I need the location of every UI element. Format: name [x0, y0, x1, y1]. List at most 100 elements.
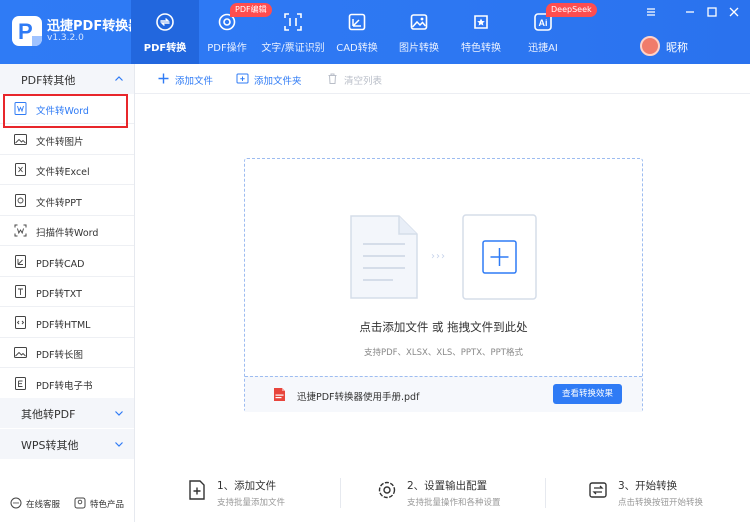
menu-icon[interactable] — [644, 5, 658, 19]
steps-guide: 1、添加文件 支持批量添加文件 2、设置输出配置 支持批量操作和各种设置 3、开… — [135, 470, 750, 522]
tab-label: 特色转换 — [461, 43, 501, 54]
sidebar-item-label: 文件转Excel — [36, 167, 90, 178]
html-icon — [15, 316, 26, 329]
scan-word-icon — [14, 224, 27, 237]
sidebar-item-pdf-to-long-image[interactable]: PDF转长图 — [0, 338, 134, 368]
close-icon[interactable] — [727, 5, 741, 19]
tab-label: 文字/票证识别 — [261, 43, 325, 54]
settings-icon — [378, 481, 396, 499]
category-pdf-to-other[interactable]: PDF转其他 — [0, 64, 134, 94]
sidebar-item-label: PDF转CAD — [36, 259, 85, 270]
step-title: 2、设置输出配置 — [407, 480, 488, 492]
sidebar-item-label: 扫描件转Word — [36, 228, 99, 239]
step-divider — [545, 478, 546, 508]
ai-icon-text: Ai — [539, 18, 548, 28]
step-title: 1、添加文件 — [217, 480, 277, 492]
scan-icon — [284, 13, 302, 31]
step-title: 3、开始转换 — [618, 480, 678, 492]
image-icon — [410, 14, 428, 30]
excel-icon — [15, 163, 26, 176]
tab-pdf-convert[interactable]: PDF转换 — [131, 0, 199, 64]
file-drop-zone[interactable]: ››› 点击添加文件 或 拖拽文件到此处 支持PDF、XLSX、XLS、PPTX… — [244, 158, 643, 412]
tab-label: CAD转换 — [336, 43, 378, 54]
convert-start-icon — [589, 482, 607, 498]
add-file-label: 添加文件 — [175, 76, 214, 87]
drop-zone-subtitle: 支持PDF、XLSX、XLS、PPTX、PPT格式 — [363, 348, 523, 358]
view-result-button[interactable]: 查看转换效果 — [553, 384, 622, 404]
cad-icon — [348, 13, 366, 31]
sidebar-bottom-links: 在线客服 特色产品 — [0, 494, 134, 514]
app-logo-icon: P — [12, 16, 42, 46]
user-nickname: 昵称 — [666, 41, 688, 54]
toolbar: 添加文件 添加文件夹 清空列表 — [135, 64, 750, 94]
add-folder-icon — [236, 73, 249, 84]
sidebar-item-file-to-ppt[interactable]: 文件转PPT — [0, 186, 134, 216]
tab-feature-convert[interactable]: 特色转换 — [447, 0, 515, 64]
step-divider — [340, 478, 341, 508]
sidebar-item-label: 文件转PPT — [36, 198, 82, 209]
tab-image-convert[interactable]: 图片转换 — [385, 0, 453, 64]
title-bar: P 迅捷PDF转换器 v1.3.2.0 PDF转换 PDF操作 PDF编辑 文字… — [0, 0, 750, 64]
category-label: 其他转PDF — [21, 408, 76, 421]
sidebar-item-label: PDF转长图 — [36, 350, 84, 361]
sidebar-item-file-to-excel[interactable]: 文件转Excel — [0, 155, 134, 185]
add-folder-label: 添加文件夹 — [254, 76, 302, 87]
sidebar-item-pdf-to-cad[interactable]: PDF转CAD — [0, 247, 134, 277]
category-other-to-pdf[interactable]: 其他转PDF — [0, 398, 134, 428]
category-wps-to-other[interactable]: WPS转其他 — [0, 429, 134, 459]
tab-label: 迅捷AI — [528, 43, 558, 54]
clear-list-label: 清空列表 — [344, 76, 383, 87]
featured-products-label: 特色产品 — [90, 500, 125, 510]
sidebar-item-label: PDF转电子书 — [36, 381, 93, 392]
online-support-label: 在线客服 — [26, 500, 61, 510]
arrows-icon: ››› — [431, 251, 446, 262]
image-icon — [14, 134, 27, 145]
sidebar-item-pdf-to-ebook[interactable]: PDF转电子书 — [0, 369, 134, 399]
pdf-file-icon — [274, 388, 285, 401]
add-file-icon — [189, 480, 205, 500]
drop-zone-title: 点击添加文件 或 拖拽文件到此处 — [359, 320, 528, 334]
sidebar-item-pdf-to-txt[interactable]: PDF转TXT — [0, 277, 134, 307]
ppt-icon — [15, 194, 26, 207]
tab-label: PDF转换 — [143, 43, 187, 54]
add-file-icon — [158, 73, 169, 84]
tab-label: 图片转换 — [399, 43, 439, 54]
add-placeholder-icon — [462, 214, 537, 300]
long-image-icon — [14, 347, 27, 358]
step-desc: 支持批量操作和各种设置 — [407, 498, 501, 508]
tab-cad-convert[interactable]: CAD转换 — [323, 0, 391, 64]
sidebar-item-scan-to-word[interactable]: 扫描件转Word — [0, 216, 134, 246]
txt-icon — [15, 285, 26, 298]
cad-icon — [15, 255, 26, 268]
sidebar-item-label: PDF转TXT — [36, 289, 82, 300]
ebook-icon — [15, 377, 26, 390]
document-icon — [350, 215, 418, 299]
file-name: 迅捷PDF转换器使用手册.pdf — [297, 392, 420, 403]
chevron-down-icon — [115, 442, 123, 447]
product-icon — [74, 497, 86, 509]
tab-label: PDF操作 — [207, 43, 247, 54]
sidebar-item-pdf-to-html[interactable]: PDF转HTML — [0, 308, 134, 338]
step-desc: 支持批量添加文件 — [217, 498, 286, 508]
category-label: PDF转其他 — [21, 74, 76, 87]
step-desc: 点击转换按钮开始转换 — [618, 498, 704, 508]
maximize-icon[interactable] — [705, 5, 719, 19]
avatar — [640, 36, 660, 56]
app-name: 迅捷PDF转换器 — [47, 19, 142, 34]
category-label: WPS转其他 — [21, 439, 79, 452]
convert-icon — [156, 13, 174, 31]
sidebar-item-file-to-image[interactable]: 文件转图片 — [0, 125, 134, 155]
file-list-row: 迅捷PDF转换器使用手册.pdf 查看转换效果 — [245, 376, 642, 412]
minimize-icon[interactable] — [683, 5, 697, 19]
chevron-down-icon — [115, 411, 123, 416]
sidebar-item-label: 文件转图片 — [36, 137, 84, 148]
star-icon — [474, 15, 488, 29]
trash-icon — [328, 73, 337, 84]
tab-ocr[interactable]: 文字/票证识别 — [258, 0, 328, 64]
chevron-up-icon — [115, 76, 123, 81]
chat-icon — [10, 497, 22, 509]
sidebar-item-label: PDF转HTML — [36, 320, 91, 331]
sidebar: PDF转其他 文件转Word 文件转图片 文件转Excel 文件转PPT 扫描件… — [0, 64, 135, 522]
selection-highlight-box — [3, 94, 128, 128]
deepseek-badge: DeepSeek — [546, 3, 597, 17]
